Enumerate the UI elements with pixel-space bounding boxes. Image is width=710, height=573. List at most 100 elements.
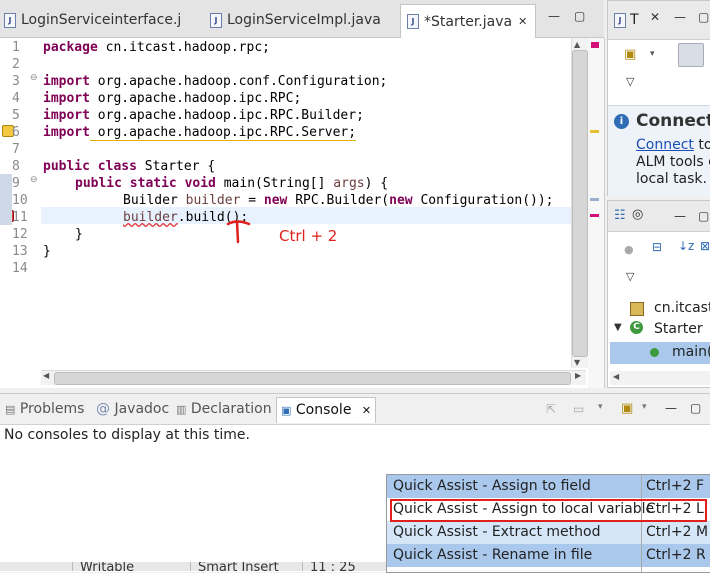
quick-assist-item[interactable]: Quick Assist - Assign to field Ctrl+2 F <box>387 475 710 498</box>
chevron-down-icon[interactable]: ▾ <box>642 402 647 412</box>
code-line: public static void main(String[] args) { <box>75 176 389 191</box>
tab-starter-java[interactable]: J *Starter.java ✕ <box>400 4 536 38</box>
package-icon <box>630 302 644 316</box>
tab-problems[interactable]: ▤ Problems <box>5 401 84 417</box>
quick-assist-item[interactable]: Quick Assist - Extract method Ctrl+2 M <box>387 521 710 544</box>
outline-panel: ☷ ◎ — ▢ ● ⊟ ↓z ⊠ ▽ cn.itcast ▼ C Starter… <box>607 200 710 388</box>
tab-declaration[interactable]: ▥ Declaration <box>176 401 272 417</box>
code-editor[interactable]: ⊖ ⊖ 1 2 3 4 5 6 7 8 9 10 11 12 13 14 pac… <box>0 38 605 388</box>
panel-tab-bar: J T ✕ — ▢ <box>608 1 710 40</box>
maximize-icon[interactable]: ▢ <box>698 209 709 223</box>
code-line: import org.apache.hadoop.ipc.RPC.Builder… <box>43 108 364 123</box>
error-marker[interactable] <box>590 214 599 217</box>
filter-icon[interactable]: ⊠ <box>700 239 710 253</box>
line-number: 7 <box>12 142 20 157</box>
bottom-tab-bar: ▤ Problems @ Javadoc ▥ Declaration ▣ Con… <box>0 394 710 425</box>
tab-javadoc[interactable]: @ Javadoc <box>96 401 169 417</box>
scroll-down-icon[interactable]: ▼ <box>574 358 580 367</box>
code-line: import org.apache.hadoop.ipc.RPC; <box>43 91 302 106</box>
outline-class-item[interactable]: Starter <box>654 321 703 337</box>
maximize-icon[interactable]: ▢ <box>698 10 709 24</box>
close-icon[interactable]: ✕ <box>518 15 527 28</box>
status-writable: Writable <box>80 562 135 571</box>
tab-console[interactable]: ▣ Console ✕ <box>276 397 377 423</box>
overview-icon[interactable]: ◎ <box>632 207 643 222</box>
code-line: Builder builder = new RPC.Builder(new Co… <box>123 193 554 208</box>
minimize-icon[interactable]: — <box>674 10 686 24</box>
connect-banner: i Connect Connect to ALM tools c local t… <box>608 105 710 196</box>
line-number: 3 <box>12 74 20 89</box>
overview-ruler[interactable] <box>588 38 604 388</box>
scroll-up-icon[interactable]: ▲ <box>574 40 580 49</box>
pin-console-icon[interactable]: ⇱ <box>546 402 556 416</box>
view-menu-icon[interactable]: ▽ <box>626 270 634 283</box>
javadoc-icon: @ <box>96 401 110 417</box>
expand-icon[interactable]: ▼ <box>614 322 622 333</box>
close-icon[interactable]: ✕ <box>362 404 371 417</box>
categorize-toggle-icon[interactable] <box>678 43 704 67</box>
line-number: 11 <box>12 210 28 225</box>
console-icon: ▣ <box>281 404 292 417</box>
tab-login-service-interface[interactable]: J LoginServiceinterface.j <box>4 5 181 35</box>
close-icon[interactable]: ✕ <box>650 10 660 24</box>
tab-label: *Starter.java <box>424 13 513 30</box>
connect-title: Connect <box>636 111 710 131</box>
annotation-label: Ctrl + 2 <box>279 227 338 245</box>
status-position: 11 : 25 <box>310 562 356 571</box>
console-message: No consoles to display at this time. <box>4 427 250 443</box>
method-label: main( <box>672 344 710 360</box>
warning-marker[interactable] <box>590 130 599 133</box>
quick-assist-item[interactable]: Quick Assist - Rename in file Ctrl+2 R <box>387 544 710 567</box>
error-marker[interactable] <box>591 42 599 48</box>
chevron-down-icon[interactable]: ▾ <box>598 402 603 412</box>
code-line: } <box>75 227 83 242</box>
outline-package-item[interactable]: cn.itcast <box>654 300 710 316</box>
status-insert-mode: Smart Insert <box>198 562 279 571</box>
status-divider <box>302 562 303 571</box>
status-divider <box>72 562 73 571</box>
connect-link[interactable]: Connect <box>636 137 694 153</box>
view-menu-icon[interactable]: ▽ <box>626 75 634 88</box>
sort-icon[interactable]: ↓z <box>678 239 694 253</box>
line-number: 2 <box>12 57 20 72</box>
collapse-all-icon[interactable]: ⊟ <box>652 240 662 254</box>
minimize-icon[interactable]: — <box>665 401 677 415</box>
horizontal-scrollbar[interactable]: ◀ <box>610 371 710 385</box>
current-line-highlight <box>41 207 571 224</box>
outline-icon[interactable]: ☷ <box>614 208 626 223</box>
new-task-icon[interactable]: ▣ <box>624 47 636 62</box>
line-number: 5 <box>12 108 20 123</box>
vertical-scrollbar-thumb[interactable] <box>572 50 588 357</box>
chevron-down-icon[interactable]: ▾ <box>650 49 655 59</box>
code-line: import org.apache.hadoop.ipc.RPC.Server; <box>43 125 357 141</box>
outline-method-item[interactable]: main( <box>610 342 710 364</box>
connect-text: Connect to <box>636 137 710 153</box>
connect-line-3: local task. <box>636 171 707 187</box>
task-icon: J <box>614 13 626 28</box>
java-file-icon: J <box>4 12 16 28</box>
scroll-left-icon[interactable]: ◀ <box>43 371 49 380</box>
tab-login-service-impl[interactable]: J LoginServiceImpl.java <box>210 5 381 35</box>
line-number: 10 <box>12 193 28 208</box>
panel-tab-bar: ☷ ◎ — ▢ <box>608 201 710 232</box>
scroll-left-icon[interactable]: ◀ <box>613 372 619 381</box>
code-line: public class Starter { <box>43 159 216 174</box>
code-line: import org.apache.hadoop.conf.Configurat… <box>43 74 388 89</box>
minimize-icon[interactable]: — <box>548 9 560 23</box>
line-number: 12 <box>12 227 28 242</box>
change-marker <box>0 174 12 225</box>
occurrence-marker[interactable] <box>590 198 599 201</box>
scroll-right-icon[interactable]: ▶ <box>575 371 581 380</box>
maximize-icon[interactable]: ▢ <box>574 9 585 23</box>
hide-fields-icon[interactable]: ● <box>624 243 634 256</box>
line-number: 4 <box>12 91 20 106</box>
horizontal-scrollbar-thumb[interactable] <box>54 372 571 385</box>
method-icon <box>650 348 659 357</box>
open-console-icon[interactable]: ▣ <box>621 401 633 416</box>
display-console-icon[interactable]: ▭ <box>573 402 584 416</box>
panel-tab-label[interactable]: T <box>630 12 639 28</box>
minimize-icon[interactable]: — <box>674 209 686 223</box>
status-divider <box>190 562 191 571</box>
cursor-annotation-icon <box>226 220 251 244</box>
maximize-icon[interactable]: ▢ <box>690 401 701 415</box>
